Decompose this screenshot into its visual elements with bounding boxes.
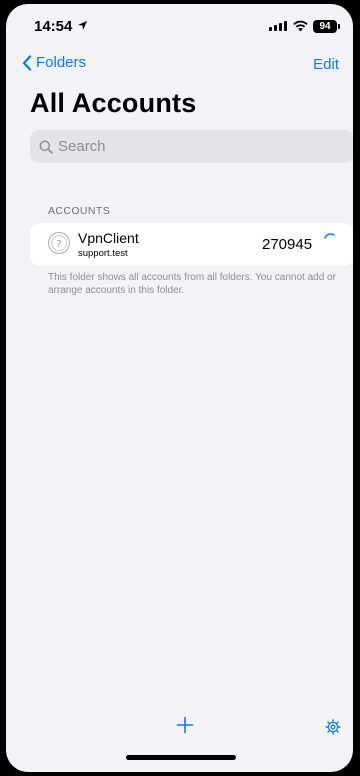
back-button[interactable]: Folders	[22, 54, 86, 71]
status-time: 14:54	[34, 18, 73, 35]
account-subtitle: support.test	[78, 248, 128, 259]
search-input[interactable]	[58, 138, 328, 155]
cellular-signal-icon	[269, 21, 287, 31]
app-screen: 14:54 94 Folders Edit All Accounts ACCOU…	[6, 4, 353, 772]
battery-icon: 94	[313, 20, 340, 33]
search-icon	[39, 140, 53, 154]
account-name: VpnClient	[78, 230, 139, 246]
account-row[interactable]: ? VpnClient support.test 270945	[30, 223, 353, 266]
status-bar: 14:54 94	[6, 4, 353, 44]
back-button-label: Folders	[36, 54, 87, 71]
question-mark-circle-icon: ?	[47, 231, 71, 255]
accounts-section-header: ACCOUNTS	[48, 205, 111, 217]
svg-text:?: ?	[56, 239, 61, 250]
account-code[interactable]: 270945	[262, 236, 312, 253]
location-arrow-icon	[78, 21, 87, 30]
wifi-icon	[293, 20, 308, 32]
home-indicator[interactable]	[126, 755, 236, 760]
plus-icon[interactable]	[176, 716, 194, 734]
edit-button[interactable]: Edit	[313, 56, 339, 73]
page-title: All Accounts	[30, 88, 197, 118]
folder-info-text: This folder shows all accounts from all …	[48, 272, 336, 296]
countdown-timer-icon	[324, 233, 335, 239]
search-bar[interactable]	[30, 130, 353, 163]
gear-icon[interactable]	[325, 719, 341, 735]
chevron-left-icon	[22, 54, 32, 71]
